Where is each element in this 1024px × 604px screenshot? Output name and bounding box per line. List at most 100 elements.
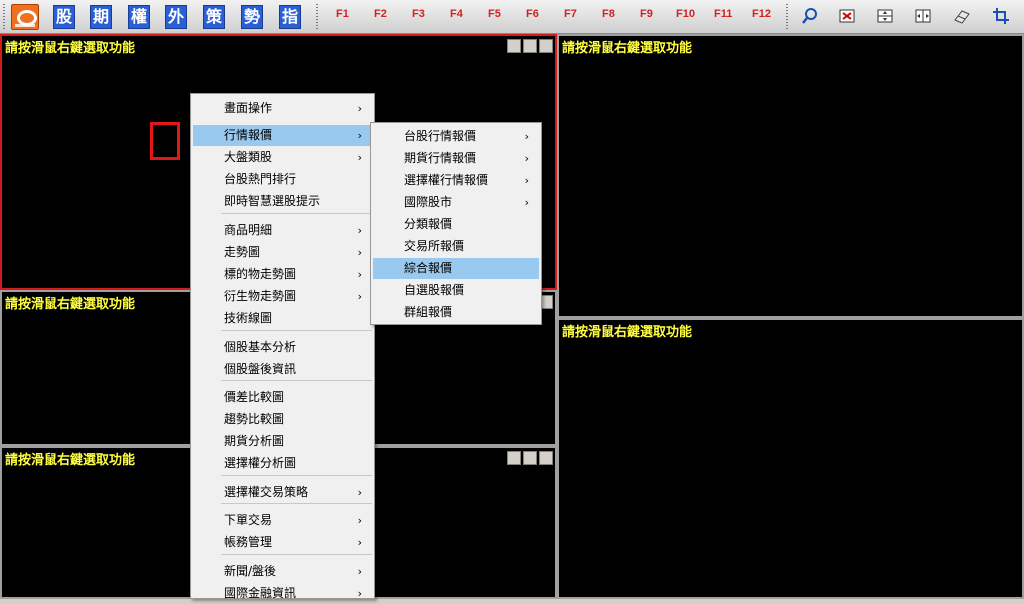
toolbar-grip[interactable] [316, 4, 318, 30]
menu-item-label: 帳務管理 [224, 535, 273, 549]
context-menu-item[interactable]: 趨勢比較圖 [193, 409, 372, 430]
context-menu-item[interactable]: 即時智慧選股提示 [193, 191, 372, 212]
chart-pane-top-right[interactable]: 請按滑鼠右鍵選取功能 [557, 34, 1024, 318]
pin-icon[interactable] [507, 39, 521, 53]
context-menu-item[interactable]: 帳務管理 › [193, 532, 372, 553]
quick-button-4[interactable]: 策 [203, 5, 225, 29]
quick-button-6[interactable]: 指 [279, 5, 301, 29]
menu-item-label: 大盤類股 [224, 150, 273, 164]
function-key-f2[interactable]: F2 [374, 8, 387, 20]
context-menu-item[interactable]: 大盤類股 › [193, 147, 372, 168]
toolbar-grip[interactable] [3, 4, 5, 30]
submenu-item[interactable]: 自選股報價 [373, 280, 539, 301]
pin-icon[interactable] [507, 451, 521, 465]
context-menu-item[interactable]: 選擇權分析圖 [193, 453, 372, 474]
menu-item-label: 行情報價 [224, 128, 273, 142]
function-key-f3[interactable]: F3 [412, 8, 425, 20]
function-key-f11[interactable]: F11 [714, 8, 732, 20]
submenu-arrow-icon: › [357, 268, 362, 281]
context-menu-item[interactable]: 價差比較圖 [193, 387, 372, 408]
quick-button-0[interactable]: 股 [53, 5, 75, 29]
context-menu-item[interactable]: 技術線圖 [193, 308, 372, 329]
split-horizontal-icon[interactable] [875, 6, 895, 26]
context-menu-item[interactable]: 台股熱門排行 [193, 169, 372, 190]
pane-prompt: 請按滑鼠右鍵選取功能 [562, 325, 693, 340]
submenu-arrow-icon: › [524, 196, 529, 209]
menu-separator [221, 330, 372, 331]
function-key-f1[interactable]: F1 [336, 8, 349, 20]
context-menu: 畫面操作 › 行情報價 › 大盤類股 › 台股熱門排行 即時智慧選股提示 商品明細 › 走勢圖 › 標的… [190, 93, 375, 600]
submenu-arrow-icon: › [357, 102, 362, 115]
context-menu-item[interactable]: 個股基本分析 [193, 337, 372, 358]
submenu-item[interactable]: 期貨行情報價 › [373, 148, 539, 169]
menu-item-label: 趨勢比較圖 [224, 412, 285, 426]
context-menu-item[interactable]: 走勢圖 › [193, 242, 372, 263]
quick-button-1[interactable]: 期 [90, 5, 112, 29]
toolbar-grip[interactable] [786, 4, 788, 30]
chart-pane-bottom-right[interactable]: 請按滑鼠右鍵選取功能 [557, 318, 1024, 599]
submenu-item[interactable]: 群組報價 [373, 302, 539, 323]
quick-button-3[interactable]: 外 [165, 5, 187, 29]
context-menu-item[interactable]: 衍生物走勢圖 › [193, 286, 372, 307]
submenu-item[interactable]: 交易所報價 [373, 236, 539, 257]
menu-separator [221, 213, 372, 214]
menu-item-label: 衍生物走勢圖 [224, 289, 297, 303]
pane-prompt: 請按滑鼠右鍵選取功能 [5, 41, 136, 56]
menu-item-label: 標的物走勢圖 [224, 267, 297, 281]
menu-item-label: 走勢圖 [224, 245, 261, 259]
menu-item-label: 個股盤後資訊 [224, 362, 297, 376]
function-key-f12[interactable]: F12 [752, 8, 771, 20]
menu-item-label: 新聞/盤後 [224, 564, 277, 578]
submenu-item[interactable]: 分類報價 [373, 214, 539, 235]
quick-button-2[interactable]: 權 [128, 5, 150, 29]
maximize-icon[interactable] [539, 451, 553, 465]
context-menu-item[interactable]: 下單交易 › [193, 510, 372, 531]
split-vertical-icon[interactable] [913, 6, 933, 26]
context-menu-item[interactable]: 商品明細 › [193, 220, 372, 241]
close-window-icon[interactable] [837, 6, 857, 26]
function-key-f4[interactable]: F4 [450, 8, 463, 20]
submenu-arrow-icon: › [357, 565, 362, 578]
function-key-f5[interactable]: F5 [488, 8, 501, 20]
context-menu-item[interactable]: 個股盤後資訊 [193, 359, 372, 380]
eraser-icon[interactable] [952, 6, 972, 26]
zoom-icon[interactable] [523, 39, 537, 53]
zoom-icon[interactable] [523, 451, 537, 465]
menu-item-label: 期貨分析圖 [224, 434, 285, 448]
menu-separator [221, 475, 372, 476]
context-menu-item[interactable]: 標的物走勢圖 › [193, 264, 372, 285]
pane-tools [507, 451, 553, 465]
submenu-arrow-icon: › [357, 290, 362, 303]
function-key-f10[interactable]: F10 [676, 8, 695, 20]
toolbar: 股期權外策勢指 F1 F2 F3 F4 F5 F6 F7 F8 F9 F10 F11 F12 [0, 0, 1024, 34]
menu-item-label: 選擇權行情報價 [404, 173, 489, 187]
maximize-icon[interactable] [539, 39, 553, 53]
submenu-item[interactable]: 綜合報價 [373, 258, 539, 279]
context-menu-item[interactable]: 期貨分析圖 [193, 431, 372, 452]
quick-button-5[interactable]: 勢 [241, 5, 263, 29]
crop-icon[interactable] [991, 6, 1011, 26]
menu-item-label: 個股基本分析 [224, 340, 297, 354]
context-menu-item[interactable]: 新聞/盤後 › [193, 561, 372, 582]
selection-cursor-box [150, 122, 180, 160]
menu-item-label: 台股熱門排行 [224, 172, 297, 186]
logo-icon[interactable] [11, 4, 39, 30]
menu-item-label: 綜合報價 [404, 261, 453, 275]
search-icon[interactable] [800, 6, 820, 26]
submenu-arrow-icon: › [357, 587, 362, 600]
function-key-f8[interactable]: F8 [602, 8, 615, 20]
function-key-f7[interactable]: F7 [564, 8, 577, 20]
submenu-arrow-icon: › [357, 536, 362, 549]
function-key-f6[interactable]: F6 [526, 8, 539, 20]
menu-item-label: 即時智慧選股提示 [224, 194, 321, 208]
context-menu-item[interactable]: 國際金融資訊 › [193, 583, 372, 604]
submenu-item[interactable]: 選擇權行情報價 › [373, 170, 539, 191]
submenu-item[interactable]: 國際股市 › [373, 192, 539, 213]
context-menu-item[interactable]: 行情報價 › [193, 125, 372, 146]
submenu-item[interactable]: 台股行情報價 › [373, 126, 539, 147]
context-menu-item[interactable]: 畫面操作 › [193, 98, 372, 119]
submenu-arrow-icon: › [357, 224, 362, 237]
context-menu-item[interactable]: 選擇權交易策略 › [193, 482, 372, 503]
menu-item-label: 國際金融資訊 [224, 586, 297, 600]
function-key-f9[interactable]: F9 [640, 8, 653, 20]
